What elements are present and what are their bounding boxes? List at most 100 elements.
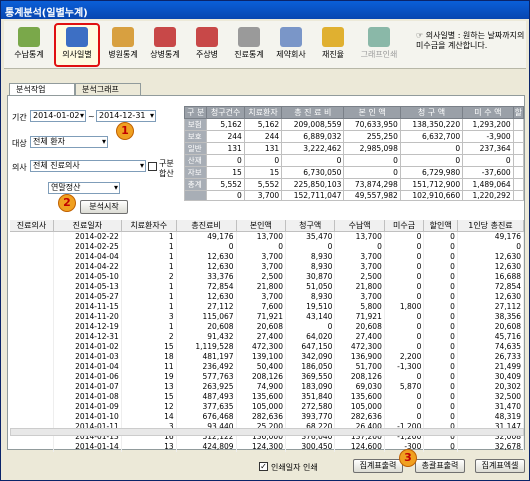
summary-cell: 3,700 (243, 190, 283, 201)
tab-analysis[interactable]: 분석작업 (9, 83, 75, 95)
summary-cell: 3,222,462 (281, 142, 345, 155)
print-date-checkbox[interactable]: ✓ (259, 462, 268, 471)
detail-cell: 21,499 (457, 361, 525, 372)
summary-cell: 5,162 (243, 118, 283, 131)
summary-cell: 131 (243, 142, 283, 155)
window: 통계분석(일별누계) 수납통계 의사일별 병원통계 상병통계 주상병 진료통계 … (0, 0, 530, 481)
summary-cell: 6,730,050 (281, 166, 345, 179)
detail-cell: 0 (423, 411, 458, 422)
toolbar-sunap[interactable]: 수납통계 (10, 25, 48, 65)
summary-cell: 1,220,292 (462, 190, 514, 201)
table-row[interactable]: 2014-01-02 15 1,119,528 472,300 647,150 472,3… (10, 341, 525, 352)
detail-cell: 1 (121, 291, 177, 302)
summary-cell: 255,250 (343, 130, 401, 143)
detail-cell: 282,636 (334, 411, 385, 422)
summary-cell: 2,985,098 (343, 142, 401, 155)
detail-cell: 20,608 (334, 321, 385, 332)
detail-cell: 0 (423, 311, 458, 322)
detail-cell: 64,020 (285, 331, 336, 342)
summary-cell (512, 154, 525, 167)
table-row[interactable]: 2014-02-22 1 49,176 13,700 35,470 13,700 0 0 49,… (10, 231, 525, 242)
total-print-button[interactable]: 총괄표출력 (415, 459, 465, 473)
summary-cell: 자보 (183, 166, 208, 179)
toolbar: 수납통계 의사일별 병원통계 상병통계 주상병 진료통계 제약회사 재진율 그래… (4, 21, 526, 69)
table-row[interactable]: 2014-01-14 13 424,809 124,300 300,450 124,600… (10, 441, 525, 452)
table-row[interactable]: 2014-01-10 14 676,468 282,636 393,770 282,636… (10, 411, 525, 422)
detail-cell: 13,700 (334, 231, 385, 242)
detail-cell: 0 (457, 241, 525, 252)
date-to-input[interactable]: 2014-12-31 (96, 110, 156, 122)
toolbar-main-disease[interactable]: 주상병 (188, 25, 226, 65)
detail-cell: 124,300 (236, 441, 286, 452)
toolbar-disease[interactable]: 상병통계 (146, 25, 184, 65)
marker-2: 2 (58, 194, 76, 212)
detail-cell: 0 (423, 391, 458, 402)
table-row[interactable]: 2014-02-25 1 0 0 0 0 0 0 0 (10, 241, 525, 252)
detail-cell (10, 441, 55, 452)
detail-cell: 69,030 (334, 381, 385, 392)
detail-cell: 13 (121, 441, 177, 452)
summary-cell: 0 (343, 154, 401, 167)
table-row[interactable]: 2014-11-20 3 115,067 71,921 43,140 71,921 0 0 38… (10, 311, 525, 322)
table-row[interactable]: 2014-01-07 13 263,925 74,900 183,090 69,030 5,… (10, 381, 525, 392)
detail-cell (10, 321, 55, 332)
table-row[interactable]: 2014-01-04 11 236,492 50,400 186,050 51,700 -1… (10, 361, 525, 372)
toolbar-graph-print[interactable]: 그래프인쇄 (356, 25, 402, 65)
summary-cell: 산재 (183, 154, 208, 167)
toolbar-doctor-daily[interactable]: 의사일별 (54, 23, 100, 67)
detail-cell: 115,067 (176, 311, 237, 322)
tab-graph[interactable]: 분석그래프 (75, 83, 141, 95)
toolbar-revisit[interactable]: 재진율 (314, 25, 352, 65)
table-row[interactable]: 2014-04-04 1 12,630 3,700 8,930 3,700 0 0 12,630 (10, 251, 525, 262)
horizontal-scrollbar[interactable] (10, 428, 524, 436)
detail-cell: 12,630 (176, 291, 237, 302)
detail-cell: 282,636 (236, 411, 286, 422)
detail-cell: 3,700 (334, 261, 385, 272)
target-select[interactable]: 전체 환자 (30, 136, 108, 148)
toolbar-treatment[interactable]: 진료통계 (230, 25, 268, 65)
detail-header: 진료의사 (10, 220, 55, 232)
detail-cell: 19 (121, 371, 177, 382)
detail-cell: 2014-01-03 (53, 351, 122, 362)
toolbar-hospital[interactable]: 병원통계 (104, 25, 142, 65)
detail-cell: 12 (121, 401, 177, 412)
table-row[interactable]: 2014-05-13 1 72,854 21,800 51,050 21,800 0 0 72,… (10, 281, 525, 292)
table-row[interactable]: 2014-05-27 1 12,630 3,700 8,930 3,700 0 0 12,630 (10, 291, 525, 302)
toolbar-pharma[interactable]: 제약회사 (272, 25, 310, 65)
split-checkbox[interactable] (148, 162, 157, 171)
summary-cell: 15 (243, 166, 283, 179)
table-row[interactable]: 2014-04-22 1 12,630 3,700 8,930 3,700 0 0 12,630 (10, 261, 525, 272)
table-row[interactable]: 2014-01-09 12 377,635 105,000 272,580 105,000… (10, 401, 525, 412)
detail-cell (10, 231, 55, 242)
table-row[interactable]: 2014-01-08 15 487,493 135,600 351,840 135,600… (10, 391, 525, 402)
detail-cell: 15 (121, 341, 177, 352)
table-row[interactable]: 2014-12-19 1 20,608 20,608 0 20,608 0 0 20,608 (10, 321, 525, 332)
summary-row: 0 3,700 152,711,047 49,557,982 102,910,660 1,… (183, 190, 525, 201)
detail-cell (10, 241, 55, 252)
detail-cell: 1 (121, 281, 177, 292)
date-from-input[interactable]: 2014-01-02 (30, 110, 86, 122)
table-row[interactable]: 2014-12-31 2 91,432 27,400 64,020 27,400 0 0 45,… (10, 331, 525, 342)
table-row[interactable]: 2014-05-10 2 33,376 2,500 30,870 2,500 0 0 16,68… (10, 271, 525, 282)
detail-cell (10, 291, 55, 302)
detail-cell: 0 (285, 321, 336, 332)
detail-cell: 124,600 (334, 441, 385, 452)
detail-cell: 0 (423, 351, 458, 362)
summary-cell: 152,711,047 (281, 190, 345, 201)
target-label: 대상 (12, 139, 27, 148)
detail-cell: 19,510 (285, 301, 336, 312)
start-analysis-button[interactable]: 분석시작 (80, 200, 128, 214)
detail-cell: 30,409 (457, 371, 525, 382)
settle-select[interactable]: 연말정산 (48, 182, 120, 194)
detail-cell: 7,600 (236, 301, 286, 312)
summary-cell: 0 (343, 166, 401, 179)
table-row[interactable]: 2014-11-15 1 27,112 7,600 19,510 5,800 1,800 0 2… (10, 301, 525, 312)
table-row[interactable]: 2014-01-03 18 481,197 139,100 342,090 136,900… (10, 351, 525, 362)
excel-export-button[interactable]: 집계표엑셀 (475, 459, 525, 473)
summary-print-button[interactable]: 집계표출력 (353, 459, 403, 473)
table-row[interactable]: 2014-01-06 19 577,763 208,126 369,550 208,126… (10, 371, 525, 382)
doctor-select[interactable]: 전체 진료의사 (30, 160, 146, 172)
summary-header: 치료환자 (243, 106, 283, 119)
summary-cell: 0 (206, 190, 245, 201)
summary-cell: 일반 (183, 142, 208, 155)
